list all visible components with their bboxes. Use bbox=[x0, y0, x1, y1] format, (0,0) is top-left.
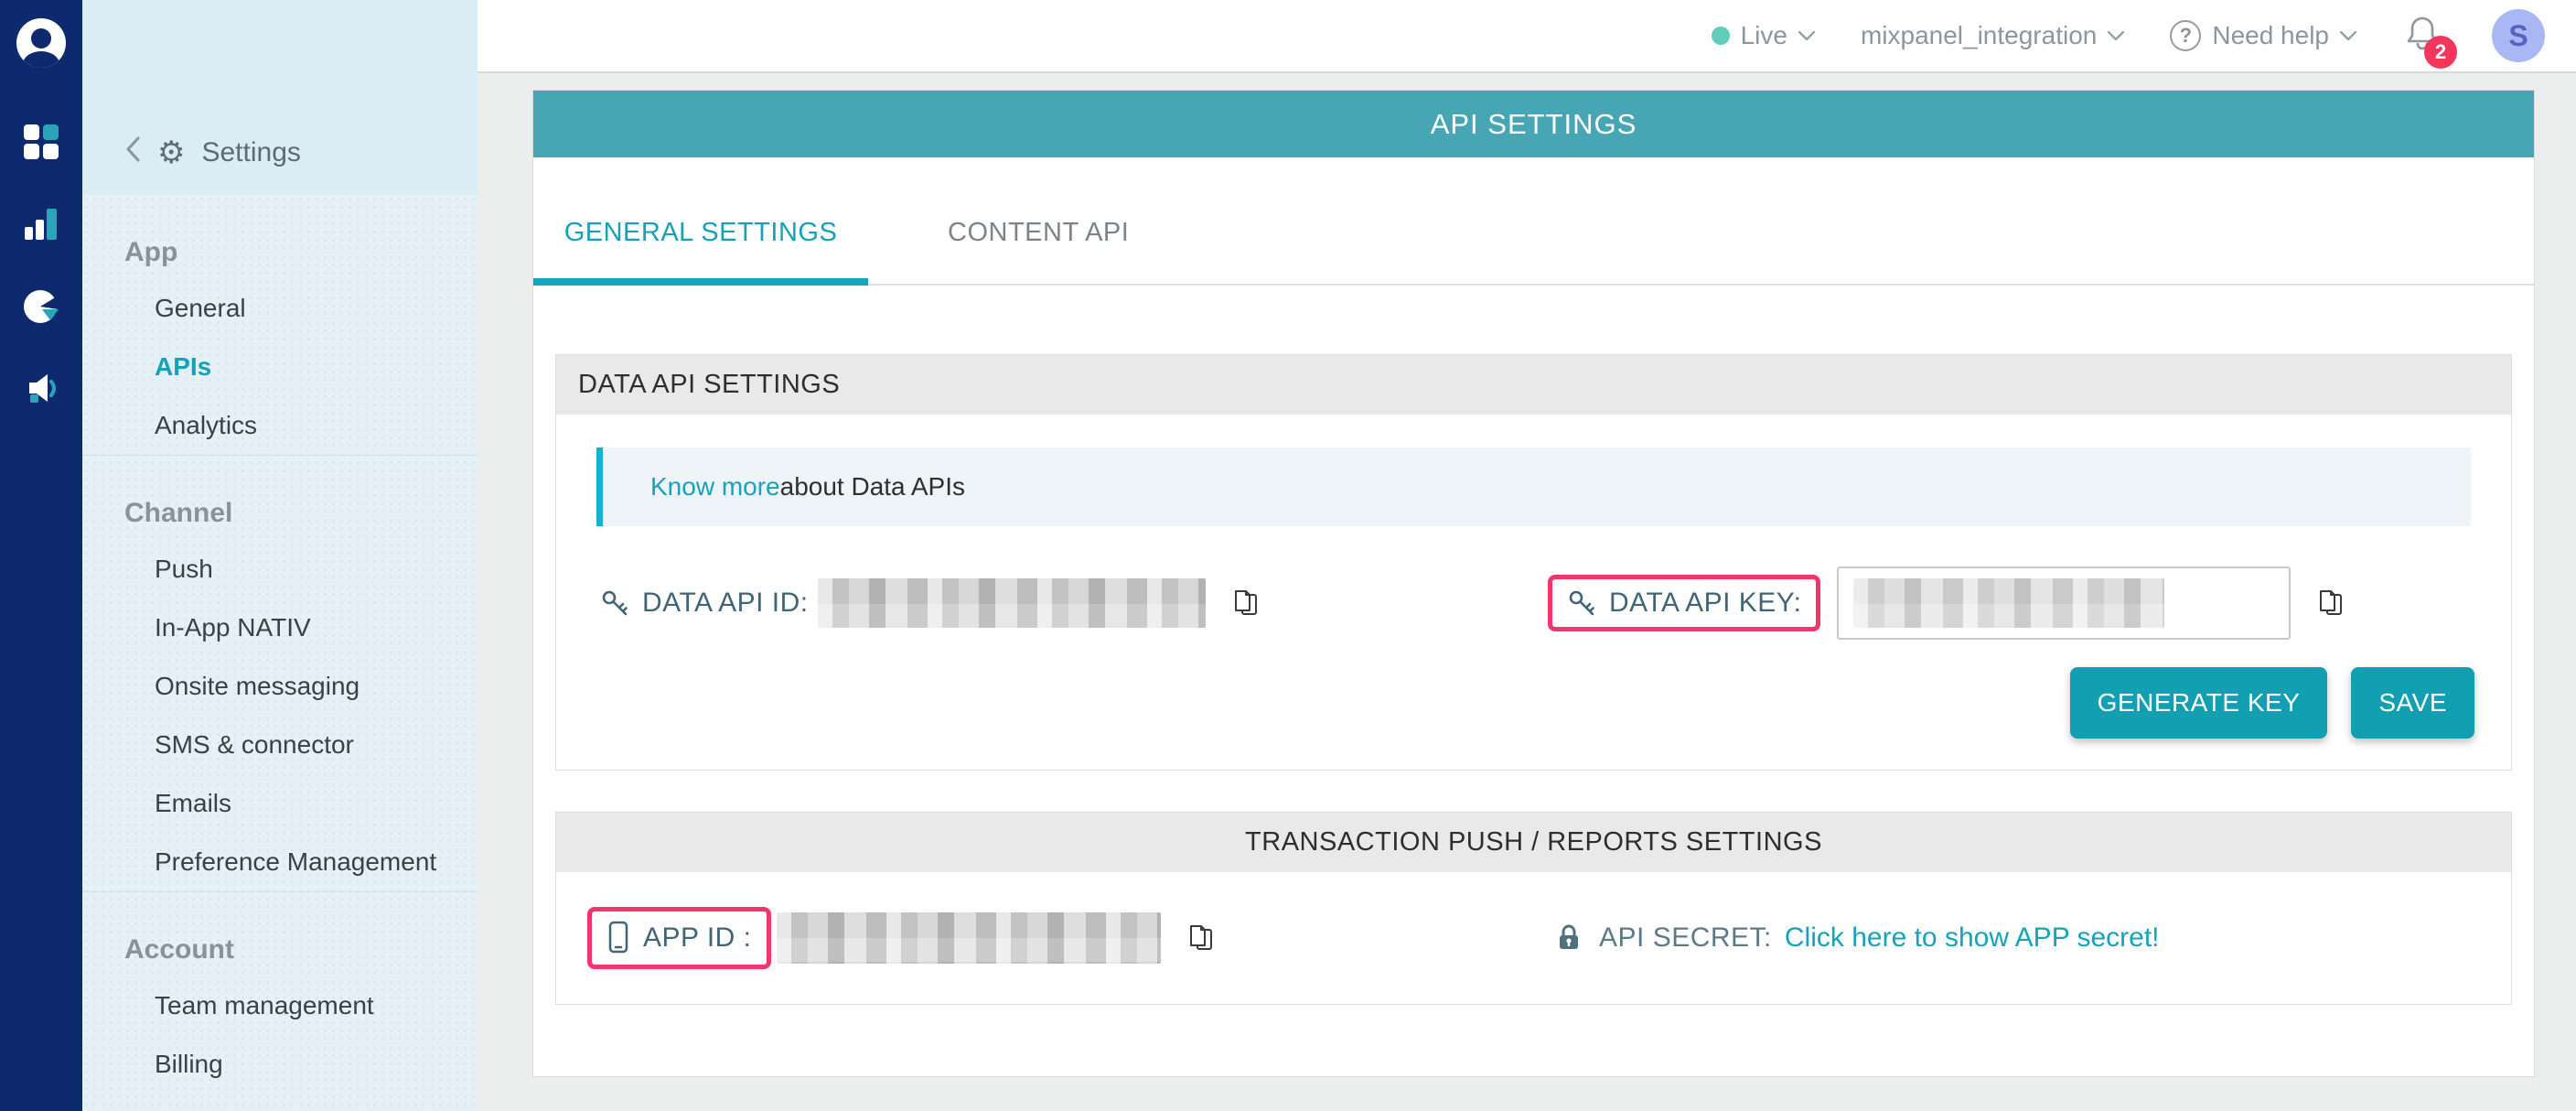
app-id-highlight-box: APP ID : bbox=[587, 907, 771, 969]
generate-key-button[interactable]: GENERATE KEY bbox=[2070, 667, 2328, 739]
sidebar-section-account: Account Team management Billing bbox=[82, 891, 478, 1103]
card-title: API SETTINGS bbox=[533, 91, 2534, 157]
data-api-actions: GENERATE KEY SAVE bbox=[556, 667, 2474, 739]
data-api-key-field: DATA API KEY: bbox=[1548, 566, 2347, 640]
sidebar-title: Settings bbox=[201, 137, 300, 168]
sidebar-item-preference-management[interactable]: Preference Management bbox=[82, 833, 478, 891]
data-api-key-redacted-value bbox=[1853, 578, 2164, 628]
tab-general-settings[interactable]: GENERAL SETTINGS bbox=[533, 157, 868, 284]
data-api-key-input[interactable] bbox=[1837, 566, 2291, 640]
topbar: Live mixpanel_integration ? Need help 2 … bbox=[478, 0, 2576, 73]
app-root: ⚙ Settings App General APIs Analytics Ch… bbox=[0, 0, 2576, 1111]
gear-icon: ⚙ bbox=[157, 137, 185, 168]
need-help-label: Need help bbox=[2212, 21, 2329, 50]
data-api-settings-section: DATA API SETTINGS Know more about Data A… bbox=[555, 354, 2512, 771]
notification-badge: 2 bbox=[2424, 36, 2457, 69]
sidebar-item-general[interactable]: General bbox=[82, 279, 478, 338]
chevron-down-icon bbox=[2108, 31, 2124, 41]
card-body: DATA API SETTINGS Know more about Data A… bbox=[533, 354, 2534, 1005]
user-avatar[interactable]: S bbox=[2492, 9, 2545, 62]
live-status-dot bbox=[1712, 27, 1730, 45]
sidebar-header: ⚙ Settings bbox=[82, 0, 478, 195]
sidebar-section-app: App General APIs Analytics bbox=[82, 195, 478, 455]
save-button[interactable]: SAVE bbox=[2351, 667, 2474, 739]
chevron-down-icon bbox=[1798, 31, 1815, 41]
settings-sidebar: ⚙ Settings App General APIs Analytics Ch… bbox=[82, 0, 478, 1111]
transaction-settings-section: TRANSACTION PUSH / REPORTS SETTINGS APP … bbox=[555, 812, 2512, 1005]
lock-icon bbox=[1553, 922, 1584, 954]
back-chevron-icon[interactable] bbox=[124, 135, 141, 169]
environment-switcher[interactable]: Live bbox=[1712, 21, 1815, 50]
rail-icon-group bbox=[22, 123, 60, 408]
data-api-section-title: DATA API SETTINGS bbox=[556, 355, 2511, 415]
know-more-note: Know more about Data APIs bbox=[596, 448, 2471, 526]
project-name: mixpanel_integration bbox=[1861, 21, 2097, 50]
bar-chart-icon[interactable] bbox=[22, 205, 60, 243]
tab-content-api[interactable]: CONTENT API bbox=[907, 157, 1170, 284]
transaction-fields-row: APP ID : bbox=[556, 872, 2511, 1004]
megaphone-icon[interactable] bbox=[22, 370, 60, 408]
copy-data-api-id-button[interactable] bbox=[1229, 587, 1262, 620]
key-icon bbox=[600, 588, 629, 618]
page-content: API SETTINGS GENERAL SETTINGS CONTENT AP… bbox=[478, 73, 2576, 1111]
sidebar-section-label: Channel bbox=[82, 487, 478, 540]
sidebar-item-analytics[interactable]: Analytics bbox=[82, 396, 478, 455]
question-mark-icon: ? bbox=[2170, 20, 2201, 51]
sidebar-nav: App General APIs Analytics Channel Push … bbox=[82, 195, 478, 1111]
copy-icon bbox=[2314, 587, 2347, 620]
sidebar-section-label: App bbox=[82, 226, 478, 279]
left-icon-rail bbox=[0, 0, 82, 1111]
sidebar-item-billing[interactable]: Billing bbox=[82, 1035, 478, 1094]
transaction-section-title: TRANSACTION PUSH / REPORTS SETTINGS bbox=[556, 813, 2511, 872]
copy-icon bbox=[1229, 587, 1262, 620]
api-settings-card: API SETTINGS GENERAL SETTINGS CONTENT AP… bbox=[532, 90, 2535, 1077]
pie-chart-icon[interactable] bbox=[22, 287, 60, 326]
sidebar-item-emails[interactable]: Emails bbox=[82, 774, 478, 833]
app-id-redacted-value bbox=[777, 912, 1161, 964]
chevron-down-icon bbox=[2340, 31, 2356, 41]
data-api-id-label: DATA API ID: bbox=[642, 588, 809, 619]
project-switcher[interactable]: mixpanel_integration bbox=[1861, 21, 2124, 50]
sidebar-item-apis[interactable]: APIs bbox=[82, 338, 478, 396]
copy-app-id-button[interactable] bbox=[1185, 922, 1218, 955]
notifications-button[interactable]: 2 bbox=[2402, 13, 2442, 59]
smartphone-icon bbox=[606, 920, 630, 956]
data-api-id-field: DATA API ID: bbox=[600, 578, 1548, 628]
sidebar-item-onsite-messaging[interactable]: Onsite messaging bbox=[82, 657, 478, 716]
main-column: Live mixpanel_integration ? Need help 2 … bbox=[478, 0, 2576, 1111]
key-icon bbox=[1567, 588, 1596, 618]
api-secret-label: API SECRET: bbox=[1599, 922, 1772, 954]
know-more-text: about Data APIs bbox=[780, 472, 965, 502]
sidebar-item-push[interactable]: Push bbox=[82, 540, 478, 599]
need-help-menu[interactable]: ? Need help bbox=[2170, 20, 2356, 51]
sidebar-item-sms-connector[interactable]: SMS & connector bbox=[82, 716, 478, 774]
api-secret-field: API SECRET: Click here to show APP secre… bbox=[1553, 922, 2160, 954]
data-api-id-redacted-value bbox=[818, 578, 1206, 628]
copy-icon bbox=[1185, 922, 1218, 955]
data-api-fields-row: DATA API ID: bbox=[556, 566, 2511, 640]
sidebar-item-in-app-nativ[interactable]: In-App NATIV bbox=[82, 599, 478, 657]
brand-logo[interactable] bbox=[15, 16, 68, 70]
environment-label: Live bbox=[1741, 21, 1787, 50]
app-id-label: APP ID : bbox=[643, 922, 752, 954]
app-id-field: APP ID : bbox=[587, 907, 1553, 969]
sidebar-item-team-management[interactable]: Team management bbox=[82, 976, 478, 1035]
know-more-link[interactable]: Know more bbox=[650, 472, 780, 502]
sidebar-section-label: Account bbox=[82, 923, 478, 976]
tab-bar: GENERAL SETTINGS CONTENT API bbox=[533, 157, 2534, 286]
dashboard-grid-icon[interactable] bbox=[22, 123, 60, 161]
copy-data-api-key-button[interactable] bbox=[2314, 587, 2347, 620]
data-api-key-label: DATA API KEY: bbox=[1609, 588, 1801, 619]
data-api-key-highlight-box: DATA API KEY: bbox=[1548, 575, 1820, 631]
show-app-secret-link[interactable]: Click here to show APP secret! bbox=[1785, 922, 2160, 954]
sidebar-section-channel: Channel Push In-App NATIV Onsite messagi… bbox=[82, 455, 478, 891]
